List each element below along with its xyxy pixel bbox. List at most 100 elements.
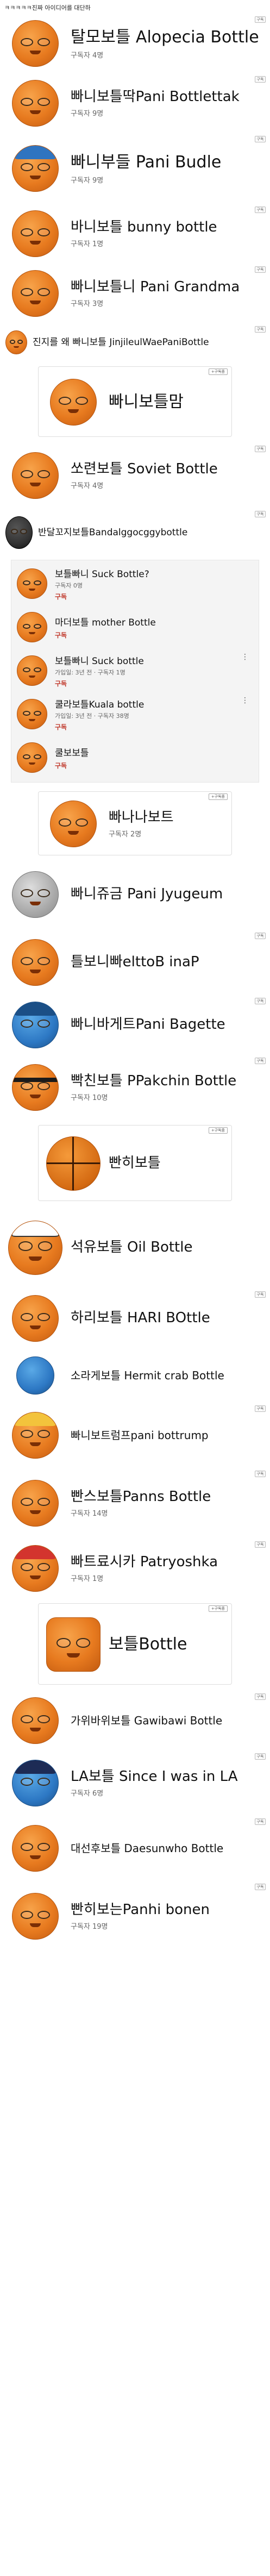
- channel-card[interactable]: 구독 바니보틀 bunny bottle 구독자 1명: [0, 203, 270, 263]
- channel-avatar: [12, 20, 59, 67]
- channel-name[interactable]: 빠니부들 Pani Budle: [71, 153, 265, 172]
- channel-card[interactable]: +구독중 빤히보틀: [0, 1120, 270, 1206]
- channel-avatar: [46, 1617, 101, 1672]
- channel-name[interactable]: LA보틀 Since I was in LA: [71, 1768, 265, 1785]
- channel-card[interactable]: 구독 빡친보틀 PPakchin Bottle 구독자 10명: [0, 1054, 270, 1120]
- channel-avatar: [12, 210, 59, 257]
- channel-name[interactable]: 빡친보틀 PPakchin Bottle: [71, 1073, 265, 1090]
- list-item[interactable]: ⋮ 보틀빠니 Suck bottle 가입일: 3년 전 · 구독자 1명 구독: [17, 651, 253, 691]
- channel-name[interactable]: 반달꼬지보틀Bandalggocggybottle: [38, 527, 265, 538]
- channel-name[interactable]: 석유보틀 Oil Bottle: [71, 1239, 265, 1256]
- channel-name[interactable]: 빠니보틀니 Pani Grandma: [71, 279, 265, 296]
- channel-name[interactable]: 빤스보틀Panns Bottle: [71, 1489, 265, 1505]
- channel-name[interactable]: 빠니쥬금 Pani Jyugeum: [71, 886, 265, 903]
- channel-avatar: [12, 1760, 59, 1806]
- channel-card[interactable]: +구독중 빠니보틀맘: [0, 361, 270, 442]
- subscriber-count: 구독자 1명: [71, 1575, 104, 1584]
- channel-card[interactable]: 구독 빠니부들 Pani Budle 구독자 9명: [0, 133, 270, 203]
- page-title: ㅋㅋㅋㅋㅋ진짜 아이디어를 대단하: [4, 4, 91, 11]
- list-item-title[interactable]: 보틀빠니 Suck bottle: [55, 653, 144, 667]
- channel-name[interactable]: 바니보틀 bunny bottle: [71, 219, 265, 236]
- more-options-icon[interactable]: ⋮: [241, 653, 249, 661]
- channel-card[interactable]: 구독 LA보틀 Since I was in LA 구독자 6명: [0, 1750, 270, 1815]
- channel-name[interactable]: 하리보틀 HARI BOttle: [71, 1310, 265, 1327]
- channel-avatar: [50, 379, 97, 426]
- channel-avatar: [17, 742, 47, 773]
- channel-card[interactable]: 구독 반달꼬지보틀Bandalggocggybottle: [0, 508, 270, 557]
- channel-name[interactable]: 빤히보는Panhi bonen: [71, 1902, 265, 1918]
- channel-avatar: [17, 612, 47, 642]
- channel-card[interactable]: 구독 빠트료시카 Patryoshka 구독자 1명: [0, 1538, 270, 1598]
- subscribe-link[interactable]: 구독: [55, 679, 144, 688]
- subscribe-link[interactable]: 구독: [55, 722, 144, 731]
- channel-name[interactable]: 빠니바게트Pani Bagette: [71, 1016, 265, 1033]
- channel-card[interactable]: 구독 빠니보틀니 Pani Grandma 구독자 3명: [0, 263, 270, 323]
- channel-name[interactable]: 빤히보틀: [109, 1155, 227, 1172]
- channel-card[interactable]: 빠니쥬금 Pani Jyugeum: [0, 859, 270, 929]
- channel-card[interactable]: 구독 빠니보트럼프pani bottrump: [0, 1402, 270, 1467]
- channel-avatar: [16, 1356, 54, 1395]
- channel-card[interactable]: 구독 진지를 왜 빠니보틀 JinjileulWaePaniBottle: [0, 323, 270, 361]
- subscribe-link[interactable]: 구독: [55, 761, 89, 770]
- channel-name[interactable]: 진지를 왜 빠니보틀 JinjileulWaePaniBottle: [33, 337, 265, 348]
- list-item-title[interactable]: 보틀빠니 Suck Bottle?: [55, 566, 149, 580]
- channel-avatar: [12, 80, 59, 127]
- channel-name[interactable]: 빠트료시카 Patryoshka: [71, 1554, 265, 1571]
- channel-avatar: [17, 699, 47, 729]
- search-results-list: 보틀빠니 Suck Bottle? 구독자 0명 구독 마더보틀 mother …: [11, 560, 259, 783]
- subscriber-count: 구독자 14명: [71, 1510, 108, 1518]
- channel-avatar: [12, 1002, 59, 1048]
- channel-name[interactable]: 탈모보틀 Alopecia Bottle: [71, 28, 265, 47]
- subscribe-link[interactable]: 구독: [55, 630, 156, 640]
- channel-name[interactable]: 가위바위보틀 Gawibawi Bottle: [71, 1714, 265, 1727]
- channel-name[interactable]: 소라게보틀 Hermit crab Bottle: [71, 1369, 265, 1382]
- channel-card[interactable]: 구독 가위바위보틀 Gawibawi Bottle: [0, 1690, 270, 1750]
- channel-card[interactable]: 구독 빤스보틀Panns Bottle 구독자 14명: [0, 1467, 270, 1538]
- channel-name[interactable]: 빠니보트럼프pani bottrump: [71, 1429, 265, 1442]
- list-item-title[interactable]: 쿨보보틀: [55, 745, 89, 759]
- subscriber-count: 구독자 6명: [71, 1790, 104, 1798]
- channel-avatar: [17, 655, 47, 686]
- subscriber-count: 구독자 10명: [71, 1094, 108, 1103]
- channel-card[interactable]: 구독 빠니바게트Pani Bagette: [0, 995, 270, 1054]
- list-item-sub: 가입일: 3년 전 · 구독자 1명: [55, 669, 125, 676]
- channel-card[interactable]: 석유보틀 Oil Bottle: [0, 1206, 270, 1288]
- channel-avatar: [12, 939, 59, 986]
- channel-card[interactable]: 구독 쏘련보틀 Soviet Bottle 구독자 4명: [0, 442, 270, 508]
- channel-name[interactable]: 빠니보틀맘: [109, 392, 227, 412]
- subscriber-count: 구독자 3명: [71, 300, 104, 309]
- channel-avatar: [12, 270, 59, 317]
- more-options-icon[interactable]: ⋮: [241, 696, 249, 705]
- channel-avatar: [12, 1545, 59, 1592]
- channel-card[interactable]: 소라게보틀 Hermit crab Bottle: [0, 1348, 270, 1402]
- channel-card[interactable]: +구독중 빠나나보트 구독자 2명: [0, 788, 270, 859]
- list-item[interactable]: ⋮ 쿨라보틀Kuala bottle 가입일: 3년 전 · 구독자 38명 구…: [17, 694, 253, 734]
- channel-avatar: [12, 1295, 59, 1342]
- channel-name[interactable]: 빠나나보트: [109, 809, 227, 826]
- list-item[interactable]: 쿨보보틀 구독: [17, 737, 253, 778]
- subscribe-link[interactable]: 구독: [55, 592, 149, 601]
- channel-avatar: [12, 452, 59, 499]
- list-item[interactable]: 보틀빠니 Suck Bottle? 구독자 0명 구독: [17, 564, 253, 604]
- channel-card[interactable]: 구독 빤히보는Panhi bonen 구독자 19명: [0, 1880, 270, 1951]
- channel-card[interactable]: 구독 하리보틀 HARI BOttle: [0, 1288, 270, 1348]
- list-item-title[interactable]: 쿨라보틀Kuala bottle: [55, 697, 144, 710]
- channel-card[interactable]: 구독 탈모보틀 Alopecia Bottle 구독자 4명: [0, 13, 270, 73]
- list-item[interactable]: 마더보틀 mother Bottle 구독: [17, 607, 253, 647]
- channel-card[interactable]: 구독 빠니보틀딱Pani Bottlettak 구독자 9명: [0, 73, 270, 133]
- channel-name[interactable]: 틀보니빠elttoB inaP: [71, 954, 265, 971]
- channel-card[interactable]: 구독 틀보니빠elttoB inaP: [0, 929, 270, 995]
- subscriber-count: 구독자 4명: [71, 482, 104, 491]
- channel-avatar: [5, 330, 27, 354]
- channel-name[interactable]: 쏘련보틀 Soviet Bottle: [71, 461, 265, 478]
- subscriber-count: 구독자 1명: [71, 240, 104, 249]
- channel-card[interactable]: +구독중 보틀Bottle: [0, 1598, 270, 1690]
- channel-name[interactable]: 보틀Bottle: [109, 1635, 227, 1654]
- channel-avatar: [50, 801, 97, 847]
- list-item-title[interactable]: 마더보틀 mother Bottle: [55, 615, 156, 628]
- channel-card[interactable]: 구독 대선후보틀 Daesunwho Bottle: [0, 1815, 270, 1880]
- channel-avatar: [17, 568, 47, 599]
- channel-avatar: [12, 1064, 59, 1111]
- channel-name[interactable]: 대선후보틀 Daesunwho Bottle: [71, 1842, 265, 1855]
- channel-name[interactable]: 빠니보틀딱Pani Bottlettak: [71, 89, 265, 105]
